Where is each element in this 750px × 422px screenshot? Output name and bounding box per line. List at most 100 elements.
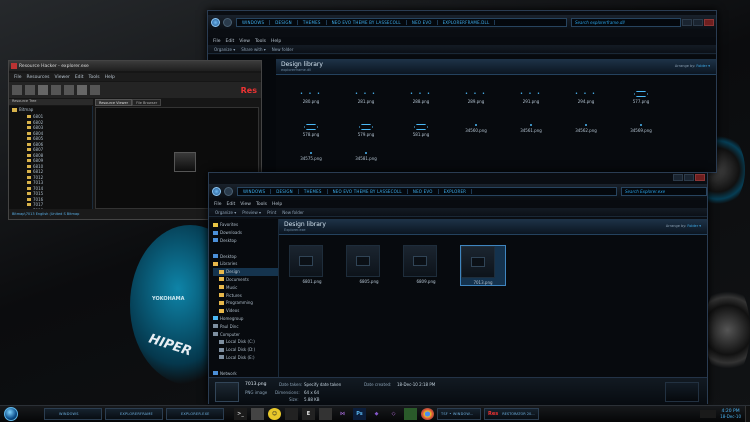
menu-tools[interactable]: Tools <box>256 202 267 207</box>
file-item[interactable]: 579.png <box>343 124 389 137</box>
menu-tools[interactable]: Tools <box>255 39 266 44</box>
nav-item[interactable]: Computer <box>213 330 278 338</box>
game-icon[interactable] <box>319 408 332 420</box>
taskbar-button-tsf[interactable]: TSF • WINDOW... <box>437 408 481 420</box>
file-item[interactable]: 6809.png <box>403 245 449 284</box>
start-button[interactable] <box>4 407 18 421</box>
menu-file[interactable]: File <box>214 202 222 207</box>
organize-button[interactable]: Organize ▾ <box>215 210 236 215</box>
minimize-button[interactable] <box>682 18 692 26</box>
nav-item[interactable]: Desktop <box>213 237 278 245</box>
breadcrumb-item[interactable]: EXPLORER <box>439 188 473 194</box>
rh-menu-file[interactable]: File <box>14 75 22 80</box>
nav-item[interactable]: Documents <box>213 276 278 284</box>
back-arrow-icon[interactable] <box>212 186 221 196</box>
visual-studio-3-icon[interactable]: ◇ <box>387 408 400 420</box>
rh-menu-help[interactable]: Help <box>105 75 115 80</box>
breadcrumb-item[interactable]: NEO EVO THEME BY LASSECOLL <box>327 19 407 25</box>
clock[interactable]: 4:20 PM 18-Dec-10 <box>720 409 741 419</box>
file-item[interactable]: 34561.png <box>508 124 554 133</box>
breadcrumb-item[interactable]: DESIGN <box>270 19 298 25</box>
menu-view[interactable]: View <box>239 39 250 44</box>
taskbar-button-explorerframe[interactable]: EXPLORERFRAME <box>105 408 163 420</box>
details-date-taken-value[interactable]: Specify date taken <box>304 382 341 387</box>
file-item[interactable]: 578.png <box>288 124 334 137</box>
close-button[interactable] <box>704 18 714 26</box>
menu-file[interactable]: File <box>213 39 221 44</box>
new-folder-button[interactable]: New folder <box>282 210 304 215</box>
app-icon-dark[interactable] <box>285 408 298 420</box>
epic-icon[interactable]: E <box>302 408 315 420</box>
chrome-icon[interactable] <box>421 408 434 420</box>
file-item[interactable]: • • • 280.png <box>288 91 334 104</box>
breadcrumb[interactable]: WINDOWS DESIGN THEMES NEO EVO THEME BY L… <box>237 186 617 196</box>
file-item[interactable]: • • • 288.png <box>398 91 444 104</box>
nav-item[interactable]: Music <box>213 283 278 291</box>
play-icon[interactable] <box>90 85 100 95</box>
visual-studio-2-icon[interactable]: ◆ <box>370 408 383 420</box>
back-arrow-icon[interactable] <box>211 17 220 27</box>
nav-item[interactable]: Paul Dinc <box>213 322 278 330</box>
breadcrumb-item[interactable]: THEMES <box>298 19 327 25</box>
share-with-button[interactable]: Share with ▾ <box>241 47 266 52</box>
nav-item[interactable]: Network <box>213 369 278 377</box>
rh-menu-edit[interactable]: Edit <box>75 75 84 80</box>
delete-icon[interactable] <box>64 85 74 95</box>
arrange-by[interactable]: Arrange by: Folder ▾ <box>666 224 701 228</box>
nav-item[interactable]: Local Disk (E:) <box>213 354 278 362</box>
nav-item[interactable]: Local Disk (D:) <box>213 346 278 354</box>
add-icon[interactable] <box>51 85 61 95</box>
photoshop-icon[interactable]: Ps <box>353 408 366 420</box>
compile-icon[interactable] <box>38 85 48 95</box>
breadcrumb-item[interactable]: WINDOWS <box>238 188 272 194</box>
file-item[interactable]: 34560.png <box>453 124 499 133</box>
menu-edit[interactable]: Edit <box>227 202 236 207</box>
explorer-window-back[interactable]: WINDOWS DESIGN THEMES NEO EVO THEME BY L… <box>207 10 717 173</box>
menu-help[interactable]: Help <box>271 39 281 44</box>
nav-item[interactable]: Desktop <box>213 252 278 260</box>
taskbar-button-windows[interactable]: WINDOWS <box>44 408 102 420</box>
menu-view[interactable]: View <box>240 202 251 207</box>
navigation-pane[interactable]: Favorites Downloads Desktop Desktop Librarie… <box>209 219 279 377</box>
dialog-icon[interactable] <box>77 85 87 95</box>
nav-item[interactable]: Videos <box>213 307 278 315</box>
tree-node-bitmap[interactable]: Bitmap <box>9 106 92 114</box>
breadcrumb-item[interactable]: NEO EVO THEME BY LASSECOLL <box>328 188 408 194</box>
close-button[interactable] <box>695 174 705 181</box>
taskbar-button-explorer[interactable]: EXPLORER.EXE <box>166 408 224 420</box>
maximize-button[interactable] <box>693 18 703 26</box>
visual-studio-icon[interactable]: ⋈ <box>336 408 349 420</box>
nav-item[interactable]: Design <box>213 267 278 276</box>
forward-arrow-icon[interactable] <box>223 17 232 27</box>
nav-item[interactable]: Libraries <box>213 260 278 268</box>
save-icon[interactable] <box>25 85 35 95</box>
nav-item[interactable]: Favorites <box>213 221 278 229</box>
minimize-button[interactable] <box>673 174 683 181</box>
tab-file-browser[interactable]: File Browser <box>132 99 162 106</box>
file-item[interactable]: • • • 289.png <box>453 91 499 104</box>
cmd-icon[interactable]: >_ <box>234 408 247 420</box>
forward-arrow-icon[interactable] <box>224 186 233 196</box>
search-input[interactable]: Search explorerframe.dll <box>571 17 681 27</box>
file-item[interactable]: 34569.png <box>618 124 664 133</box>
new-folder-button[interactable]: New folder <box>272 47 294 52</box>
file-item[interactable]: 34562.png <box>563 124 609 133</box>
file-item[interactable]: 7013.png <box>460 245 506 286</box>
tab-resource-viewer[interactable]: Resource Viewer <box>95 99 133 106</box>
preview-button[interactable]: Preview ▾ <box>242 210 261 215</box>
breadcrumb-item[interactable]: NEO EVO <box>407 19 438 25</box>
resource-tree[interactable]: Bitmap 6801 6802 6803 6804 6805 6806 6807 6808 68… <box>9 106 93 209</box>
menu-edit[interactable]: Edit <box>226 39 235 44</box>
nav-item[interactable]: Local Disk (C:) <box>213 338 278 346</box>
file-item[interactable]: • • • 294.png <box>563 91 609 104</box>
print-button[interactable]: Print <box>267 210 276 215</box>
breadcrumb-item[interactable]: DESIGN <box>271 188 299 194</box>
file-item[interactable]: 6801.png <box>289 245 335 284</box>
tray-icons[interactable] <box>700 410 717 418</box>
rh-menu-viewer[interactable]: Viewer <box>55 75 70 80</box>
menu-help[interactable]: Help <box>272 202 282 207</box>
show-desktop-button[interactable] <box>745 406 750 422</box>
arrange-by[interactable]: Arrange by: Folder ▾ <box>675 64 710 68</box>
file-item[interactable]: 577.png <box>618 91 664 104</box>
nav-item[interactable]: Downloads <box>213 229 278 237</box>
